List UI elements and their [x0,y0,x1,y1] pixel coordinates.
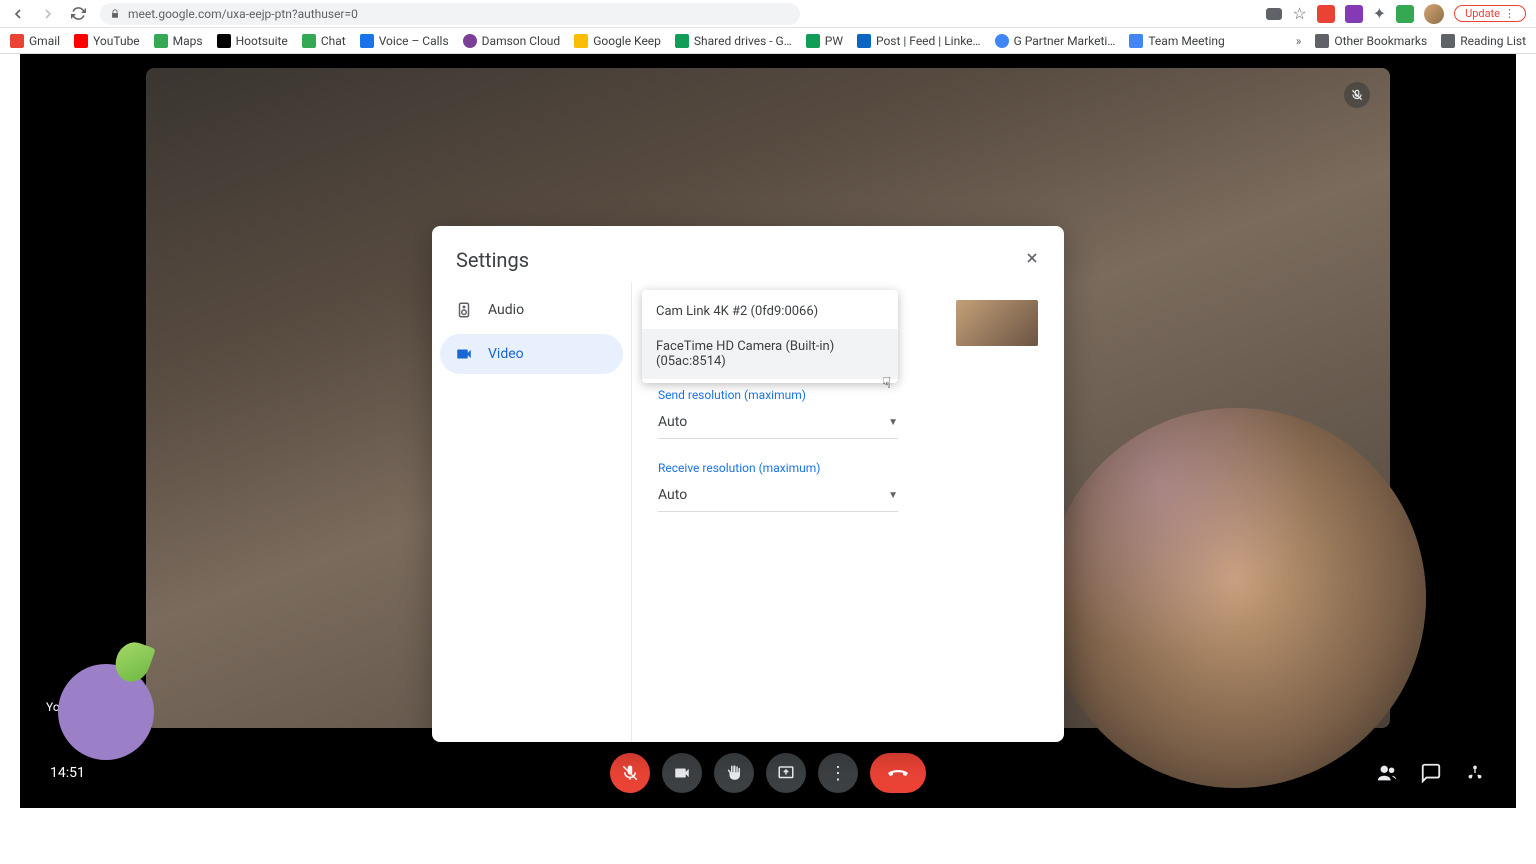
menu-dots-icon: ⋮ [1504,7,1515,20]
camera-option-1[interactable]: FaceTime HD Camera (Built-in) (05ac:8514… [642,329,898,379]
presenter-webcam-overlay [1046,408,1426,788]
star-icon[interactable]: ☆ [1292,4,1306,23]
tab-audio[interactable]: Audio [440,290,623,330]
bookmark-keep[interactable]: Google Keep [574,34,661,48]
bookmark-team[interactable]: Team Meeting [1129,34,1224,48]
bookmark-gpartner[interactable]: G Partner Marketi… [995,34,1116,48]
bookmark-chat[interactable]: Chat [302,34,346,48]
settings-title: Settings [456,248,529,272]
close-icon [1024,250,1040,266]
receive-resolution-label: Receive resolution (maximum) [658,461,1038,475]
tab-video[interactable]: Video [440,334,623,374]
bookmark-damson[interactable]: Damson Cloud [463,34,561,48]
bookmark-shared[interactable]: Shared drives - G… [675,34,792,48]
participant-mic-muted-icon [1344,82,1370,108]
chat-button[interactable] [1420,762,1442,784]
send-resolution-value: Auto [658,414,687,430]
browser-toolbar: meet.google.com/uxa-eejp-ptn?authuser=0 … [0,0,1536,28]
send-resolution-label: Send resolution (maximum) [658,388,1038,402]
receive-resolution-select[interactable]: Auto ▼ [658,481,898,512]
forward-button[interactable] [40,6,56,22]
mic-toggle-button[interactable] [610,753,650,793]
ext-icon-2[interactable] [1345,5,1363,23]
more-options-button[interactable]: ⋮ [818,753,858,793]
lock-icon [110,8,120,20]
bookmark-gmail[interactable]: Gmail [10,34,60,48]
chevron-down-icon: ▼ [888,490,898,501]
hangup-button[interactable] [870,753,926,793]
video-icon [454,344,474,364]
bookmark-voice[interactable]: Voice – Calls [360,34,449,48]
settings-dialog: Settings Audio Video [432,226,1064,742]
bookmark-linkedin[interactable]: Post | Feed | Linke… [857,34,981,48]
update-label: Update [1465,7,1500,20]
camera-dropdown-menu: Cam Link 4K #2 (0fd9:0066) FaceTime HD C… [642,290,898,383]
update-button[interactable]: Update ⋮ [1454,5,1526,22]
settings-sidebar: Audio Video [432,282,632,742]
cast-icon[interactable] [1266,8,1282,20]
receive-resolution-value: Auto [658,487,687,503]
chevron-down-icon: ▼ [888,417,898,428]
tab-audio-label: Audio [488,302,524,318]
meet-app: You 14:51 ⋮ [20,54,1516,808]
bookmark-hootsuite[interactable]: Hootsuite [217,34,288,48]
url-text: meet.google.com/uxa-eejp-ptn?authuser=0 [128,7,358,21]
settings-content: Cam Link 4K #2 (0fd9:0066) FaceTime HD C… [632,282,1064,742]
cursor-icon: ☟ [882,374,891,392]
bookmarks-overflow[interactable]: » [1296,34,1302,48]
speaker-icon [454,300,474,320]
other-bookmarks[interactable]: Other Bookmarks [1315,34,1427,48]
camera-option-0[interactable]: Cam Link 4K #2 (0fd9:0066) [642,294,898,329]
address-bar[interactable]: meet.google.com/uxa-eejp-ptn?authuser=0 [100,3,800,25]
tab-video-label: Video [488,346,524,362]
send-resolution-select[interactable]: Auto ▼ [658,408,898,439]
extensions-icon[interactable]: ✦ [1373,4,1386,23]
back-button[interactable] [10,6,26,22]
profile-avatar[interactable] [1424,4,1444,24]
bookmarks-bar: Gmail YouTube Maps Hootsuite Chat Voice … [0,28,1536,54]
bookmark-pw[interactable]: PW [806,34,843,48]
raise-hand-button[interactable] [714,753,754,793]
camera-preview-thumbnail [956,300,1038,346]
meet-bottom-bar: 14:51 ⋮ [20,738,1516,808]
ext-icon-3[interactable] [1396,5,1414,23]
activities-button[interactable] [1464,762,1486,784]
present-button[interactable] [766,753,806,793]
reading-list[interactable]: Reading List [1441,34,1526,48]
clock-label: 14:51 [50,765,85,781]
bookmark-youtube[interactable]: YouTube [74,34,140,48]
close-button[interactable] [1018,244,1046,272]
camera-toggle-button[interactable] [662,753,702,793]
reload-button[interactable] [70,6,86,22]
people-button[interactable] [1376,762,1398,784]
bookmark-maps[interactable]: Maps [154,34,203,48]
ext-icon-1[interactable] [1317,5,1335,23]
